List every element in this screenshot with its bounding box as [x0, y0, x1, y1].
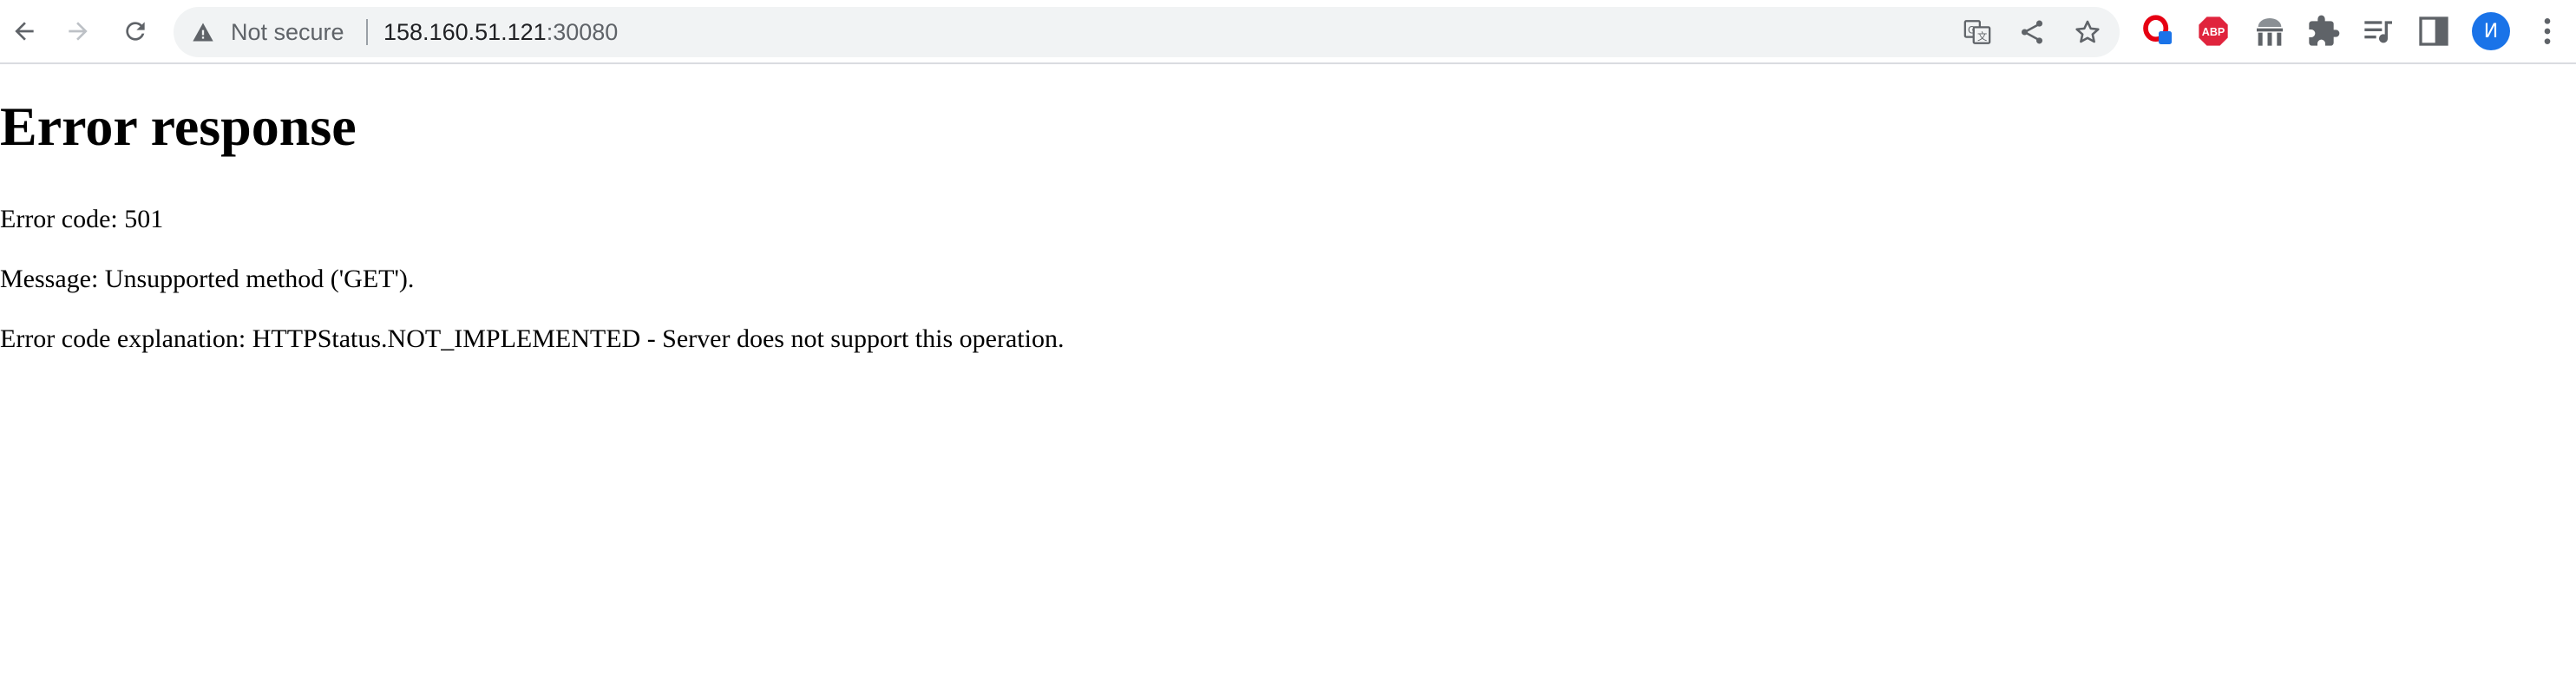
page-title: Error response [0, 95, 357, 157]
back-button[interactable] [5, 12, 43, 50]
bookmark-star-button[interactable] [2073, 17, 2102, 47]
opera-icon [2143, 15, 2172, 44]
reload-button[interactable] [116, 12, 154, 50]
address-bar[interactable]: Not secure 158.160.51.121:30080 G 文 [174, 7, 2120, 57]
reload-icon [126, 22, 145, 41]
error-code-line: Error code: 501 [0, 205, 164, 233]
url-host: 158.160.51.121 [383, 19, 547, 45]
forward-button[interactable] [59, 12, 97, 50]
opera-extension-button[interactable] [2140, 12, 2178, 50]
adblock-plus-icon: ABP [2199, 16, 2228, 46]
svg-text:G: G [1968, 23, 1976, 36]
side-panel-button[interactable] [2415, 12, 2453, 50]
not-secure-button[interactable] [191, 20, 215, 44]
profile-button[interactable]: И [2472, 12, 2510, 50]
side-panel-icon [2419, 16, 2448, 46]
error-explanation-line: Error code explanation: HTTPStatus.NOT_I… [0, 324, 1065, 353]
share-icon [2021, 20, 2043, 44]
omnibox-divider [366, 19, 368, 45]
back-arrow-icon [15, 22, 34, 41]
url-text[interactable]: 158.160.51.121:30080 [383, 7, 618, 57]
url-port: :30080 [546, 19, 619, 45]
svg-text:文: 文 [1977, 30, 1987, 43]
museum-extension-button[interactable] [2251, 12, 2289, 50]
warning-icon [193, 23, 213, 42]
browser-toolbar: Not secure 158.160.51.121:30080 G 文 ABP … [0, 0, 2576, 64]
media-queue-icon [2364, 21, 2392, 43]
puzzle-icon [2309, 15, 2340, 46]
translate-button[interactable]: G 文 [1963, 17, 1992, 47]
star-icon [2075, 20, 2100, 43]
browser-menu-button[interactable] [2528, 12, 2566, 50]
museum-icon [2257, 18, 2283, 46]
kebab-menu-icon [2544, 18, 2551, 44]
security-status-label[interactable]: Not secure [231, 7, 344, 57]
forward-arrow-icon [69, 22, 88, 41]
abp-label: ABP [2202, 26, 2225, 38]
error-message-line: Message: Unsupported method ('GET'). [0, 265, 415, 293]
share-button[interactable] [2017, 17, 2047, 47]
translate-icon: G 文 [1963, 20, 1991, 44]
avatar: И [2472, 12, 2510, 50]
adblock-plus-button[interactable]: ABP [2194, 12, 2232, 50]
media-queue-button[interactable] [2360, 12, 2398, 50]
extensions-button[interactable] [2304, 12, 2343, 50]
